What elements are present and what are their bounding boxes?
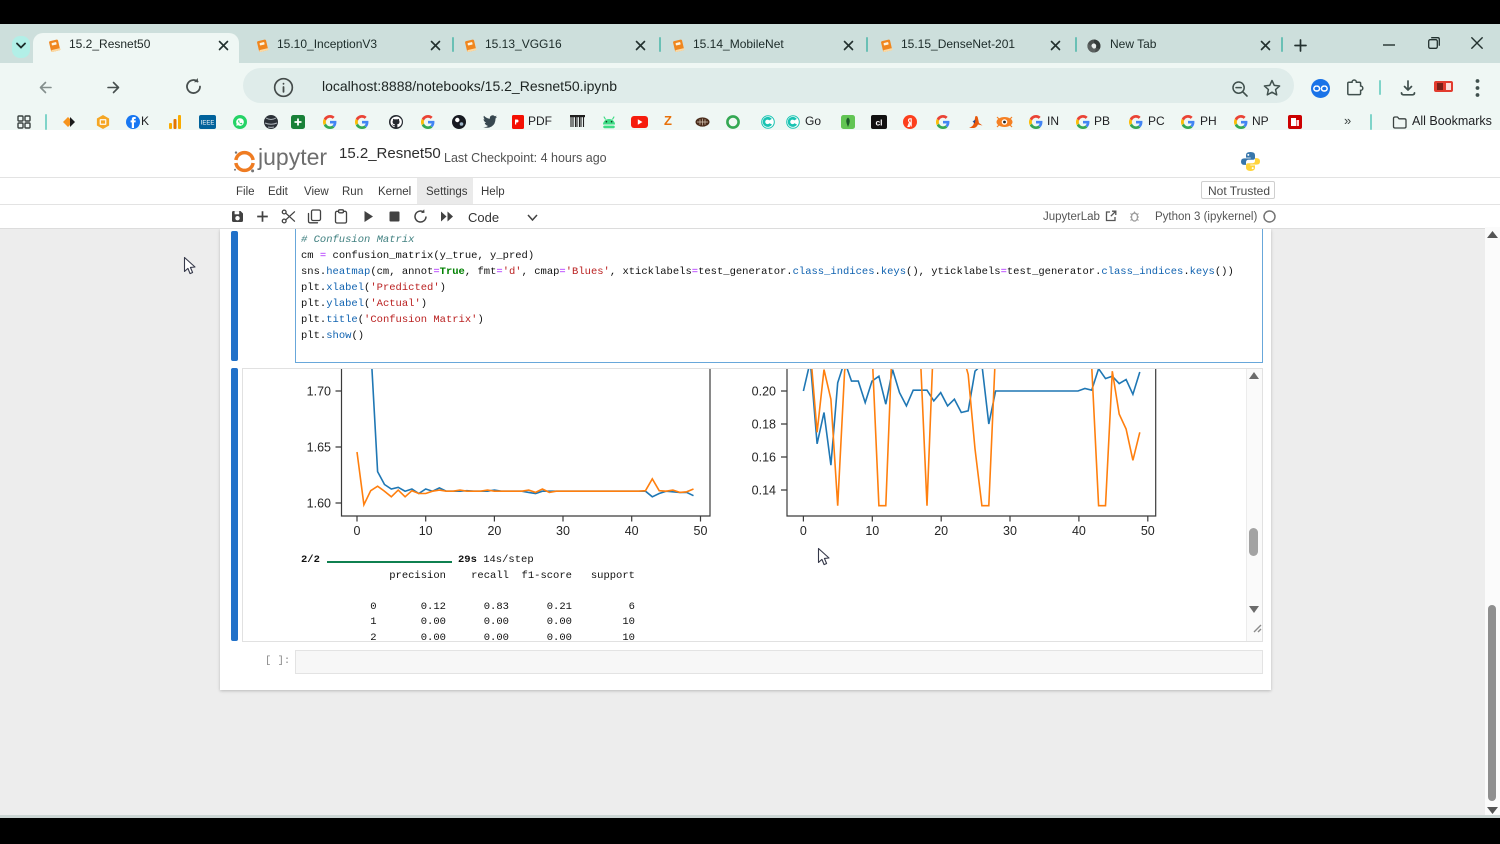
svg-text:10: 10	[419, 524, 433, 538]
svg-text:20: 20	[487, 524, 501, 538]
svg-text:0.18: 0.18	[752, 418, 776, 432]
svg-text:1.70: 1.70	[307, 385, 331, 399]
svg-text:cl: cl	[875, 118, 882, 128]
svg-text:0: 0	[354, 524, 361, 538]
svg-text:50: 50	[694, 524, 708, 538]
svg-text:0.20: 0.20	[752, 385, 776, 399]
svg-text:10: 10	[865, 524, 879, 538]
svg-text:1.60: 1.60	[307, 497, 331, 511]
svg-text:30: 30	[556, 524, 570, 538]
svg-text:40: 40	[625, 524, 639, 538]
svg-text:40: 40	[1072, 524, 1086, 538]
svg-text:0.16: 0.16	[752, 451, 776, 465]
svg-text:0.14: 0.14	[752, 484, 776, 498]
svg-text:0: 0	[800, 524, 807, 538]
svg-text:20: 20	[934, 524, 948, 538]
svg-text:30: 30	[1003, 524, 1017, 538]
svg-text:50: 50	[1141, 524, 1155, 538]
svg-text:IEEE: IEEE	[201, 121, 215, 127]
svg-text:1.65: 1.65	[307, 441, 331, 455]
